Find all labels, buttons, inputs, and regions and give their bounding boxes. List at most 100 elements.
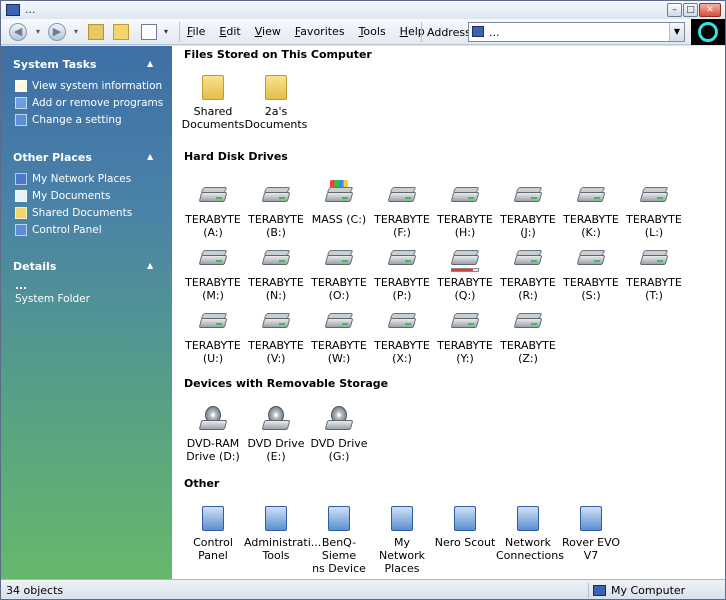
hard-drive-icon [259,180,293,210]
menu-tools[interactable]: Tools [359,25,386,38]
hdd-item[interactable]: TERABYTE (X:) [370,306,434,365]
hdd-item[interactable]: TERABYTE (K:) [559,180,623,239]
menu-favorites[interactable]: Favorites [295,25,345,38]
hdd-item[interactable]: TERABYTE (F:) [370,180,434,239]
hdd-item[interactable]: TERABYTE (A:) [181,180,245,239]
item-sublabel: Documents [244,118,308,131]
details-header[interactable]: Details [13,260,56,273]
throbber-logo [691,19,725,45]
hdd-item[interactable]: TERABYTE (Q:) [433,243,497,302]
other-item[interactable]: Control Panel [181,503,245,562]
other-item[interactable]: Network Connections [496,503,564,562]
status-bar: 34 objects My Computer [1,579,725,599]
hdd-item[interactable]: TERABYTE (Z:) [496,306,560,365]
network-connections-icon [511,503,545,533]
menu-file[interactable]: File [187,25,205,38]
item-label: TERABYTE [500,339,556,352]
item-sublabel: (T:) [645,289,663,302]
hdd-item[interactable]: TERABYTE (S:) [559,243,623,302]
system-tasks-header[interactable]: System Tasks [13,58,97,71]
item-sublabel: (M:) [202,289,224,302]
address-field[interactable]: ... ▼ [468,22,685,42]
shared-documents-link[interactable]: Shared Documents [15,207,132,219]
other-item[interactable]: My Network Places [370,503,434,575]
hdd-item[interactable]: TERABYTE (O:) [307,243,371,302]
item-label: TERABYTE [500,213,556,226]
item-label: TERABYTE [248,339,304,352]
item-label: TERABYTE [185,339,241,352]
hard-drive-icon [637,180,671,210]
other-item[interactable]: BenQ-Sieme ns Device [307,503,371,575]
item-sublabel: ns Device [312,562,366,575]
item-sublabel: (L:) [644,226,664,239]
other-item[interactable]: Nero Scout [433,503,497,549]
hdd-item[interactable]: TERABYTE (J:) [496,180,560,239]
group-header-other: Other [184,477,220,490]
item-sublabel: (H:) [454,226,476,239]
close-button[interactable]: ✕ [699,3,721,17]
hdd-item[interactable]: TERABYTE (Y:) [433,306,497,365]
removable-item[interactable]: DVD Drive (E:) [244,404,308,463]
hdd-item[interactable]: TERABYTE (M:) [181,243,245,302]
hdd-item[interactable]: TERABYTE (W:) [307,306,371,365]
views-dropdown-icon[interactable]: ▾ [158,24,174,40]
removable-item[interactable]: DVD-RAM Drive (D:) [181,404,245,463]
item-sublabel: Places [384,562,420,575]
collapse-chevron-icon[interactable]: ▲ [147,59,153,68]
collapse-chevron-icon[interactable]: ▲ [147,261,153,270]
folders-icon[interactable] [113,24,129,40]
item-label: TERABYTE [437,339,493,352]
collapse-chevron-icon[interactable]: ▲ [147,152,153,161]
up-folder-icon[interactable] [88,24,104,40]
files-item[interactable]: Shared Documents [181,72,245,131]
removable-item[interactable]: DVD Drive (G:) [307,404,371,463]
forward-button[interactable]: ▶ [48,23,66,41]
other-item[interactable]: Rover EVO V7 [559,503,623,562]
change-setting-link[interactable]: Change a setting [15,114,122,126]
other-item[interactable]: Administrati... Tools [244,503,321,562]
menu-view[interactable]: View [255,25,281,38]
title-bar[interactable]: ... – □ ✕ [1,1,725,19]
hdd-item[interactable]: MASS (C:) [307,180,371,226]
hard-drive-icon [448,180,482,210]
item-sublabel: (G:) [328,450,350,463]
toolbar: ◀ ▾ ▶ ▾ ▾ File Edit View Favorites Tools… [1,19,725,45]
minimize-button[interactable]: – [667,3,682,17]
hdd-item[interactable]: TERABYTE (T:) [622,243,686,302]
files-item[interactable]: 2a's Documents [244,72,308,131]
maximize-button[interactable]: □ [683,3,698,17]
menu-edit[interactable]: Edit [219,25,240,38]
address-value[interactable]: ... [489,26,500,39]
hdd-item[interactable]: TERABYTE (V:) [244,306,308,365]
views-icon[interactable] [141,24,157,40]
hdd-item[interactable]: TERABYTE (P:) [370,243,434,302]
add-remove-programs-link[interactable]: Add or remove programs [15,97,163,109]
view-system-info-link[interactable]: View system information [15,80,162,92]
item-sublabel: (V:) [266,352,286,365]
hdd-item[interactable]: TERABYTE (U:) [181,306,245,365]
back-button[interactable]: ◀ [9,23,27,41]
my-documents-link[interactable]: My Documents [15,190,110,202]
other-places-header[interactable]: Other Places [13,151,92,164]
hdd-item[interactable]: TERABYTE (B:) [244,180,308,239]
item-sublabel: (Y:) [456,352,474,365]
status-location: My Computer [588,583,685,598]
back-dropdown-icon[interactable]: ▾ [30,24,46,40]
hard-drive-icon [196,180,230,210]
control-panel-link[interactable]: Control Panel [15,224,102,236]
address-dropdown-icon[interactable]: ▼ [669,23,684,41]
my-network-places-link[interactable]: My Network Places [15,173,131,185]
address-label: Address [427,26,471,39]
details-type: System Folder [15,293,90,305]
computer-icon [472,26,484,37]
phone-icon [322,503,356,533]
hdd-item[interactable]: TERABYTE (N:) [244,243,308,302]
details-name: ... [15,280,27,292]
hdd-item[interactable]: TERABYTE (L:) [622,180,686,239]
hdd-item[interactable]: TERABYTE (H:) [433,180,497,239]
control-panel-icon [15,224,27,236]
hdd-item[interactable]: TERABYTE (R:) [496,243,560,302]
hard-drive-icon [637,243,671,273]
item-label: TERABYTE [626,213,682,226]
forward-dropdown-icon[interactable]: ▾ [68,24,84,40]
